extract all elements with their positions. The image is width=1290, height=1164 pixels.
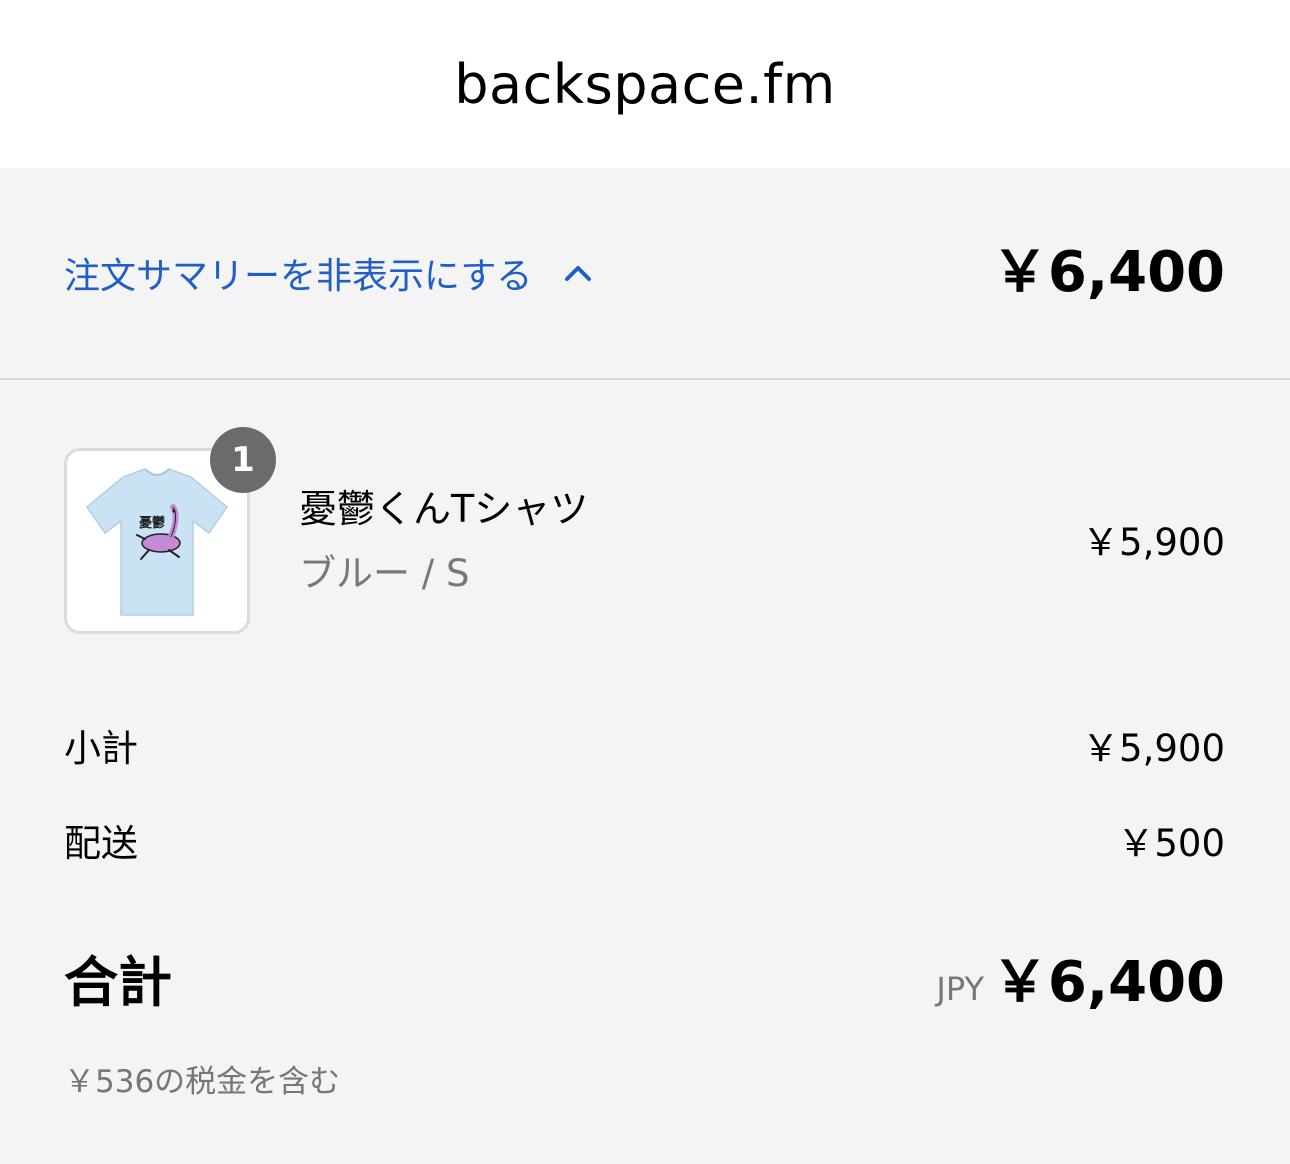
subtotal-label: 小計	[64, 727, 138, 770]
divider	[0, 378, 1290, 380]
shipping-value: ￥500	[1117, 822, 1225, 865]
total-label: 合計	[64, 951, 172, 1014]
svg-text:憂鬱: 憂鬱	[139, 515, 165, 531]
currency-code: JPY	[936, 970, 984, 1008]
quantity-badge: 1	[210, 427, 276, 493]
summary-total-price: ￥6,400	[991, 240, 1225, 305]
total-value: ￥6,400	[991, 950, 1225, 1015]
shipping-label: 配送	[64, 822, 138, 865]
hide-order-summary-toggle[interactable]: 注文サマリーを非表示にする	[64, 248, 594, 298]
toggle-label: 注文サマリーを非表示にする	[64, 256, 533, 297]
tax-note: ￥536の税金を含む	[64, 1064, 341, 1100]
product-name: 憂鬱くんTシャツ	[299, 487, 589, 531]
site-title[interactable]: backspace.fm	[0, 52, 1290, 118]
chevron-up-icon	[565, 266, 592, 281]
site-header: backspace.fm	[0, 0, 1290, 168]
subtotal-value: ￥5,900	[1082, 727, 1225, 770]
product-price: ￥5,900	[1082, 521, 1225, 564]
product-variant: ブルー / S	[299, 552, 470, 595]
